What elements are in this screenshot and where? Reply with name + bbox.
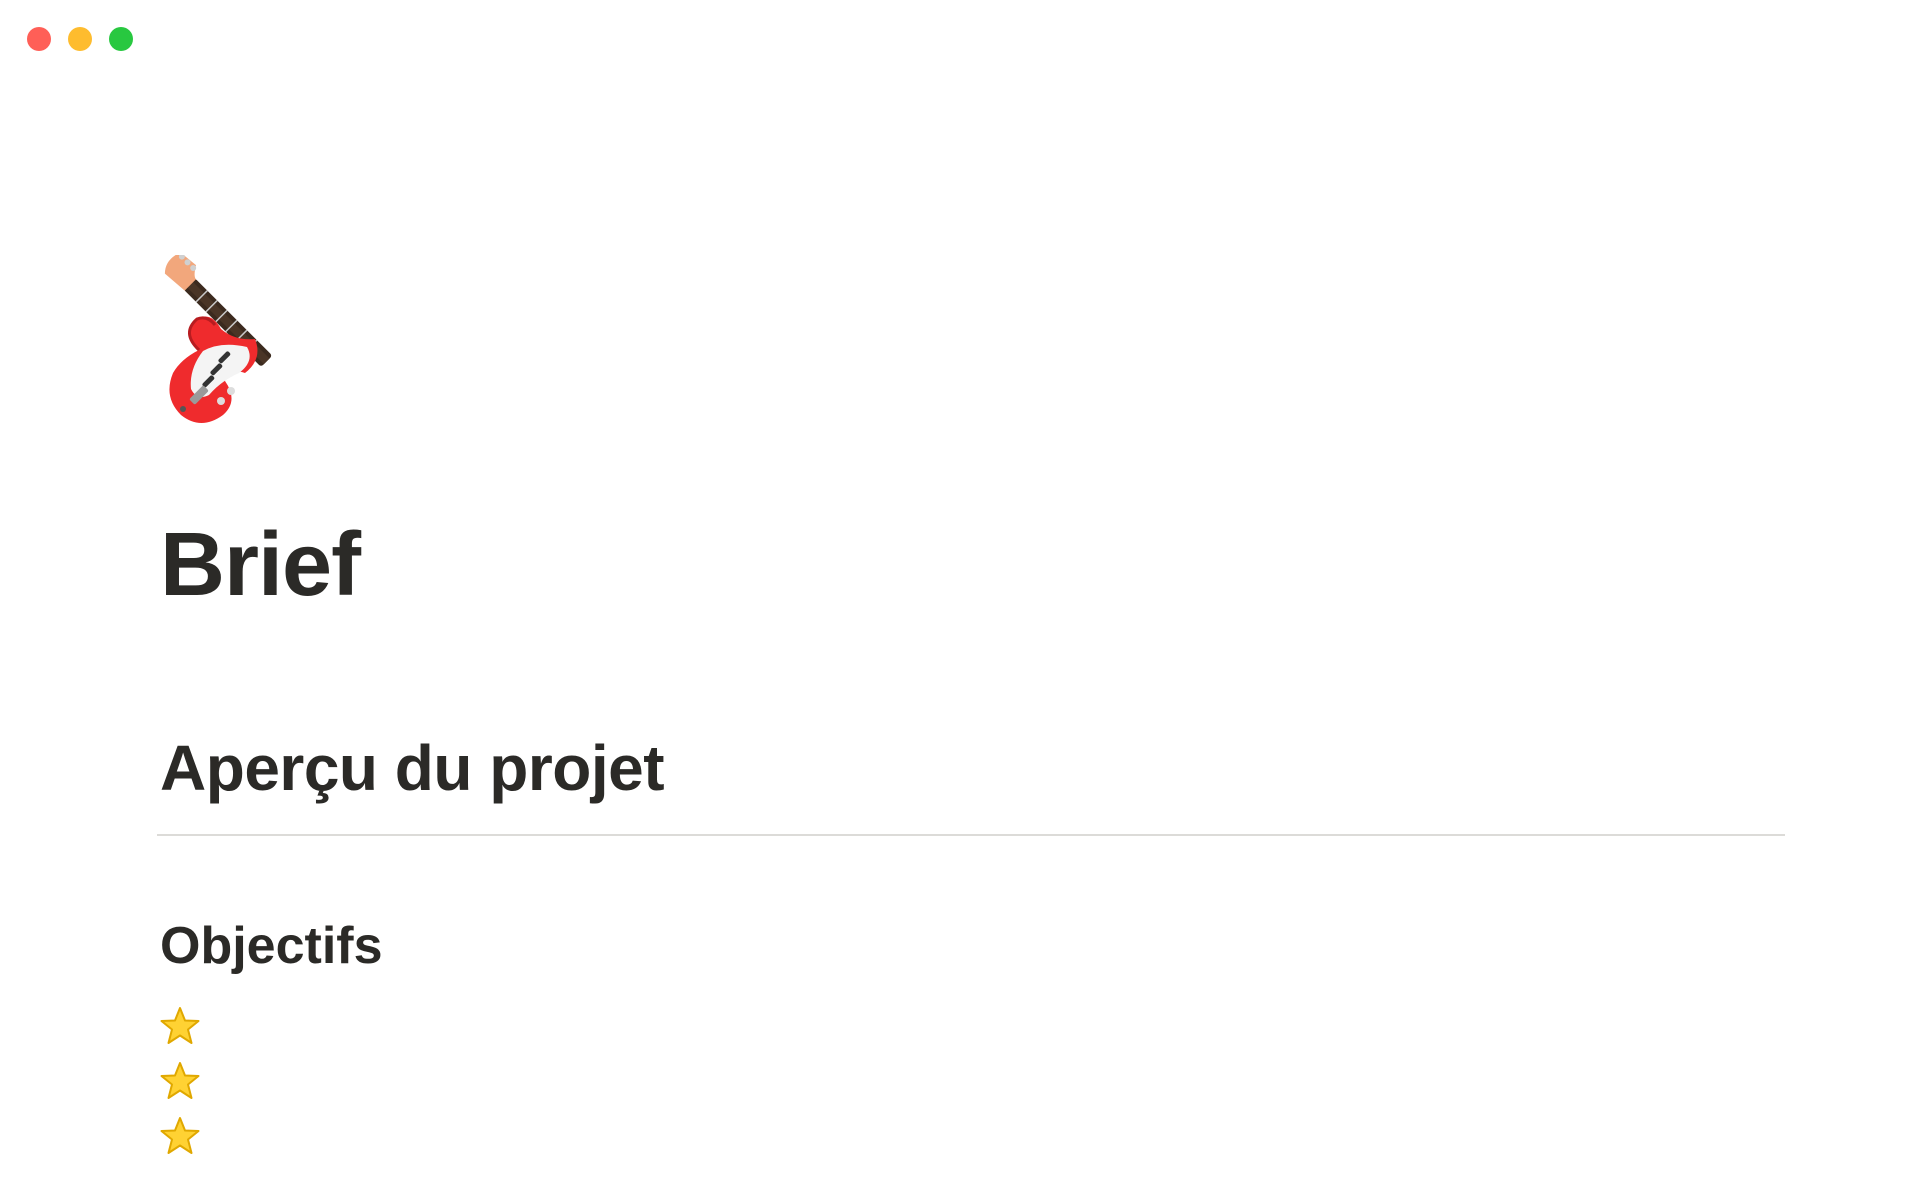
app-window: Brief Aperçu du projet Objectifs [0, 0, 1920, 1200]
close-window-button[interactable] [27, 27, 51, 51]
subsection-heading[interactable]: Objectifs [160, 916, 1785, 976]
list-item[interactable] [157, 1053, 1785, 1108]
divider [157, 834, 1785, 836]
zoom-window-button[interactable] [109, 27, 133, 51]
star-icon [159, 1115, 201, 1157]
list-item[interactable] [157, 998, 1785, 1053]
star-icon [159, 1005, 201, 1047]
page-title[interactable]: Brief [160, 515, 1785, 615]
window-controls [27, 27, 133, 51]
objectives-list [157, 998, 1785, 1163]
page-content: Brief Aperçu du projet Objectifs [157, 252, 1785, 1163]
section-heading[interactable]: Aperçu du projet [160, 730, 1785, 806]
electric-guitar-icon[interactable] [159, 252, 349, 445]
minimize-window-button[interactable] [68, 27, 92, 51]
star-icon [159, 1060, 201, 1102]
list-item[interactable] [157, 1108, 1785, 1163]
